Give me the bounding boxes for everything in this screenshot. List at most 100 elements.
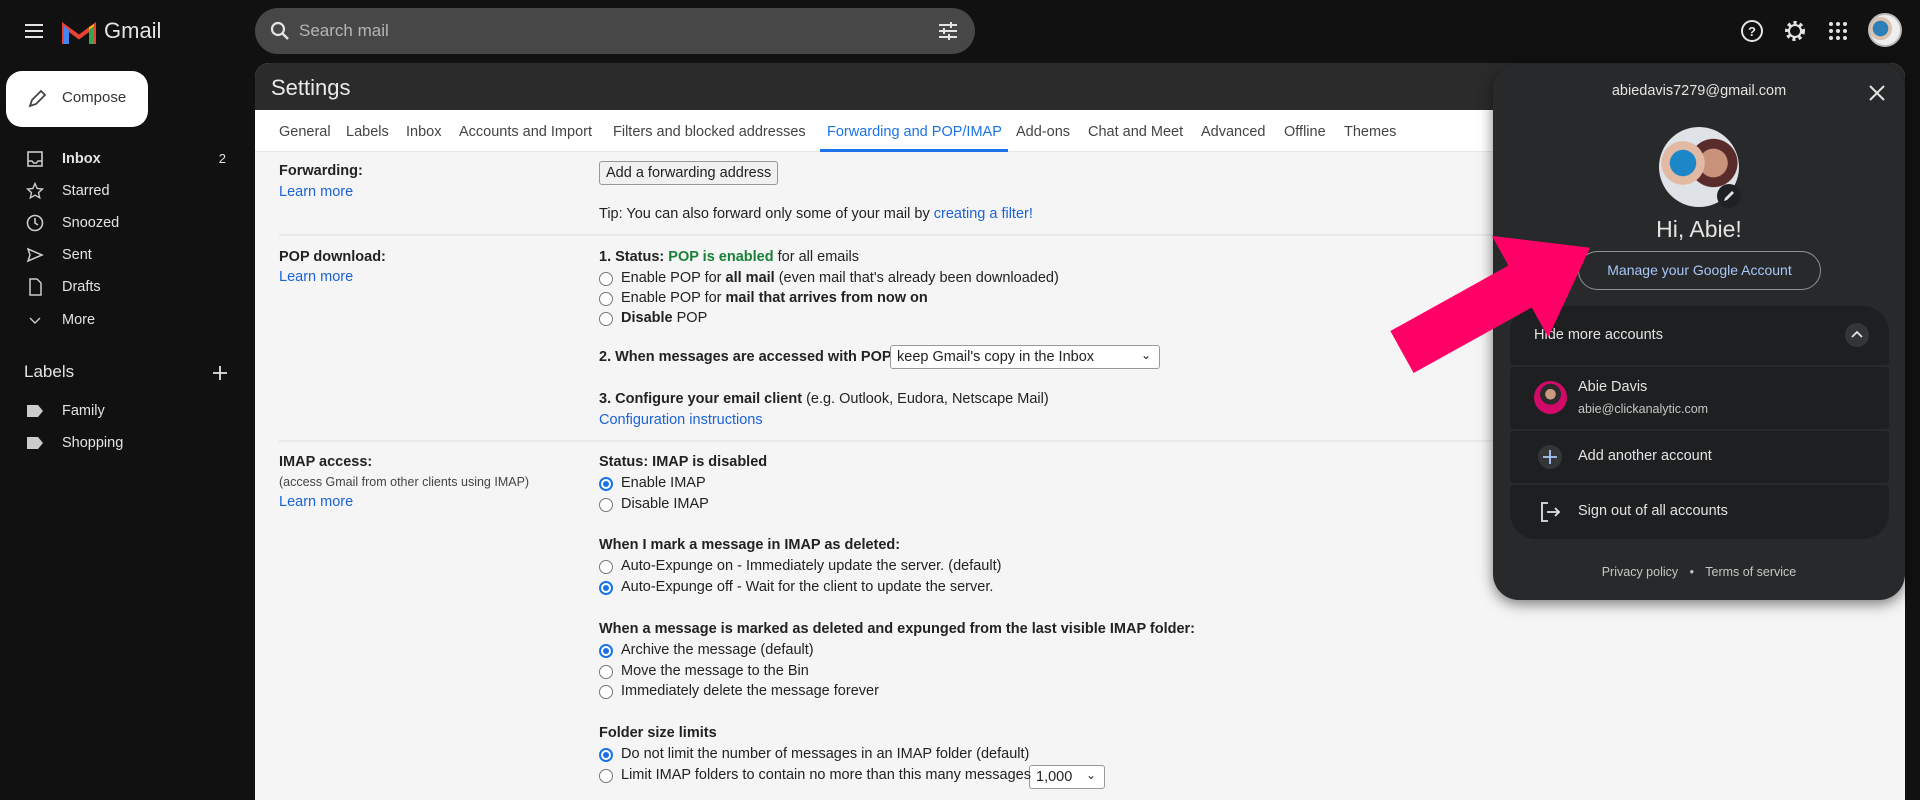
settings-gear-icon[interactable] [1782,18,1808,44]
tab-general[interactable]: General [279,124,331,140]
sidebar-item-snoozed[interactable]: Snoozed [0,208,240,238]
sign-out-button[interactable]: Sign out of all accounts [1510,485,1889,539]
imap-folder-options-radio[interactable] [599,748,613,762]
tab-accounts-and-import[interactable]: Accounts and Import [459,124,592,140]
help-icon[interactable]: ? [1739,18,1765,44]
tab-filters[interactable]: Filters and blocked addresses [613,124,806,140]
search-input[interactable]: Search mail [299,21,389,41]
imap-deleted-title: When I mark a message in IMAP as deleted… [599,537,901,553]
add-label-icon[interactable] [211,364,229,382]
arrow-shape [1390,235,1591,373]
chevron-down-icon: ⌄ [1085,768,1096,782]
inbox-count: 2 [218,151,226,166]
tab-add-ons[interactable]: Add-ons [1016,124,1070,140]
sidebar-item-sent[interactable]: Sent [0,240,240,270]
pencil-icon [1724,191,1734,201]
privacy-policy-link[interactable]: Privacy policy [1602,565,1678,579]
terms-of-service-link[interactable]: Terms of service [1705,565,1796,579]
filter-options-icon[interactable] [937,20,959,42]
folder-limit-select[interactable]: 1,000 ⌄ [1029,765,1105,789]
account-avatar-button[interactable] [1868,13,1902,47]
imap-note: (access Gmail from other clients using I… [279,475,530,489]
imap-expunged-options-radio[interactable] [599,685,613,699]
configure-client: 3. Configure your email client (e.g. Out… [599,391,1049,407]
tab-inbox[interactable]: Inbox [406,124,441,140]
imap-access-options-radio[interactable] [599,477,613,491]
chevron-down-icon: ⌄ [1140,348,1151,362]
configure-title: 3. Configure your email client [599,391,803,407]
sidebar-item-inbox[interactable]: Inbox 2 [0,144,240,174]
pop-status-value: POP is enabled [668,249,774,265]
sidebar-label-family[interactable]: Family [0,396,240,426]
sidebar-item-drafts[interactable]: Drafts [0,272,240,302]
tab-offline[interactable]: Offline [1284,124,1326,140]
pop-access-select[interactable]: keep Gmail's copy in the Inbox ⌄ [890,345,1160,369]
close-icon[interactable] [1868,84,1886,102]
sidebar-label-shopping[interactable]: Shopping [0,428,240,458]
search-icon[interactable] [269,20,291,42]
pop-status-suffix: for all emails [773,249,860,265]
imap-access-options-radio[interactable] [599,497,613,512]
imap-expunged-options-radio[interactable] [599,644,613,658]
configuration-instructions-link[interactable]: Configuration instructions [599,412,763,428]
imap-access-options-label: Enable IMAP [621,475,706,491]
edit-photo-button[interactable] [1717,184,1741,208]
pop-access-label: 2. When messages are accessed with POP [599,349,892,365]
pop-learn-more-link[interactable]: Learn more [279,269,353,285]
imap-expunged-title: When a message is marked as deleted and … [599,621,1196,637]
add-account-label: Add another account [1578,448,1712,464]
pop-status-prefix: 1. Status: [599,249,669,265]
apps-grid-icon[interactable] [1825,18,1851,44]
tab-advanced[interactable]: Advanced [1201,124,1266,140]
imap-expunged-options-label: Move the message to the Bin [621,662,809,679]
gmail-logo[interactable]: Gmail [62,18,172,46]
tab-forwarding-pop-imap[interactable]: Forwarding and POP/IMAP [827,124,1002,140]
imap-deleted-options-radio[interactable] [599,560,613,574]
sign-out-label: Sign out of all accounts [1578,503,1728,519]
pop-option-radio[interactable] [599,312,613,326]
panel-footer: Privacy policy • Terms of service [1493,565,1905,579]
imap-access-options-label: Disable IMAP [621,495,709,512]
footer-separator: • [1689,565,1695,579]
pop-option-radio[interactable] [599,272,613,286]
gmail-m-icon [62,22,96,44]
account-email: abiedavis7279@gmail.com [1611,83,1787,99]
imap-folder-options-label: Do not limit the number of messages in a… [621,746,1030,762]
forwarding-learn-more-link[interactable]: Learn more [279,184,353,200]
add-forwarding-address-button[interactable]: Add a forwarding address [599,161,779,185]
clock-icon [26,214,44,232]
search-bar[interactable]: Search mail [255,8,975,54]
label-tag-icon [27,437,43,449]
folder-size-title: Folder size limits [599,725,717,741]
imap-expunged-options-label: Archive the message (default) [621,642,814,658]
star-icon [26,182,44,200]
page-title: Settings [271,75,351,100]
pop-status: 1. Status: POP is enabled for all emails [599,249,859,265]
sidebar-item-starred[interactable]: Starred [0,176,240,206]
imap-deleted-options-radio[interactable] [599,580,613,595]
inbox-icon [27,151,43,167]
pink-arrow-annotation [1390,235,1591,373]
svg-text:?: ? [1748,24,1756,39]
compose-button[interactable]: Compose [6,71,148,127]
pop-download-label: POP download: [279,249,386,265]
sidebar-item-more[interactable]: More [0,305,240,335]
imap-learn-more-link[interactable]: Learn more [279,494,353,510]
tab-labels[interactable]: Labels [346,124,389,140]
tab-chat-and-meet[interactable]: Chat and Meet [1088,124,1183,140]
imap-folder-options-label: Limit IMAP folders to contain no more th… [621,767,1031,783]
gmail-wordmark: Gmail [104,18,162,43]
send-icon [26,247,44,263]
pencil-icon [28,89,47,108]
tab-themes[interactable]: Themes [1344,124,1396,140]
imap-folder-options-radio[interactable] [599,769,613,783]
pop-option-label: Enable POP for mail that arrives from no… [621,290,928,306]
imap-expunged-options-radio[interactable] [599,664,613,679]
other-account-email: abie@clickanalytic.com [1578,402,1709,416]
menu-button[interactable] [22,19,46,43]
add-account-button[interactable]: Add another account [1510,431,1889,483]
creating-filter-link[interactable]: creating a filter! [934,206,1033,222]
configure-note: (e.g. Outlook, Eudora, Netscape Mail) [802,391,1049,407]
menu-icon [25,24,43,38]
pop-option-radio[interactable] [599,292,613,306]
